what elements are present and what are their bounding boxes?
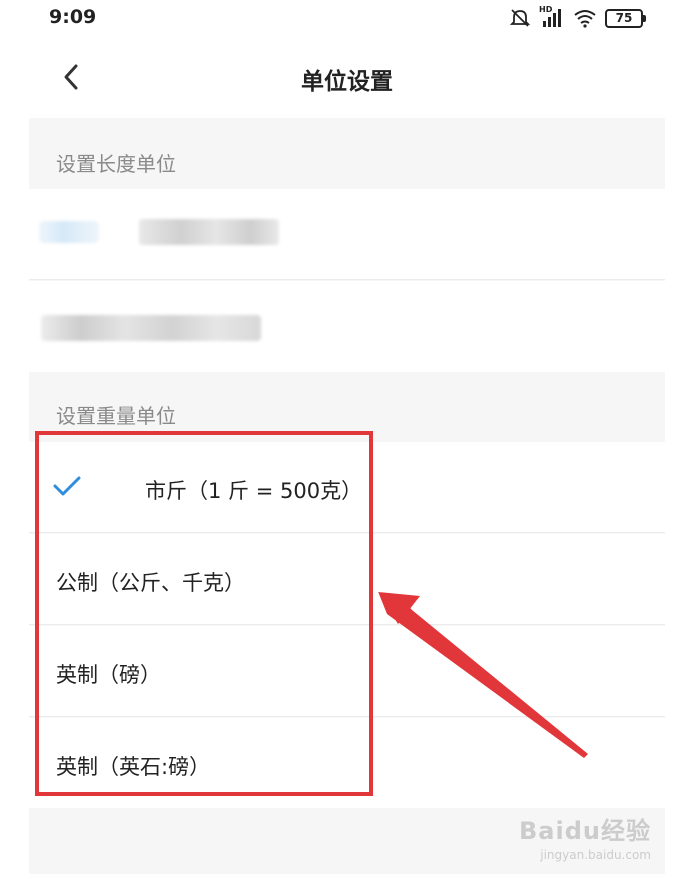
watermark-main-text: Baidu经验 — [519, 817, 651, 845]
baidu-watermark: Baidu经验 jingyan.baidu.com — [519, 811, 651, 862]
watermark-sub-text: jingyan.baidu.com — [540, 848, 651, 862]
annotation-arrow — [378, 592, 588, 758]
